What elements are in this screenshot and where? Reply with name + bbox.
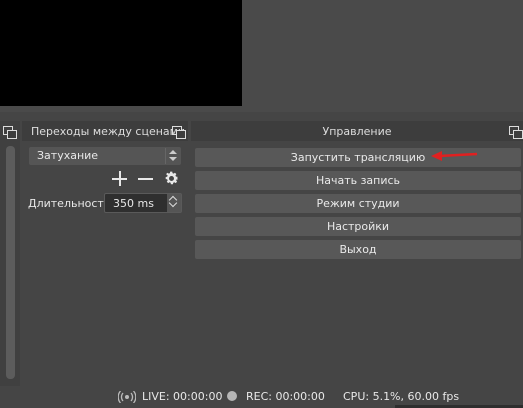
float-dock-icon[interactable] <box>172 126 186 139</box>
transition-type-value: Затухание <box>37 149 99 162</box>
select-spinner-icon <box>165 148 179 164</box>
left-scrollbar[interactable] <box>6 146 15 379</box>
preview-canvas <box>0 0 242 106</box>
duration-spinner[interactable] <box>167 194 181 212</box>
annotation-arrow <box>431 151 478 161</box>
cpu-fps-status: CPU: 5.1%, 60.00 fps <box>343 390 460 403</box>
duration-label: Длительность <box>28 197 111 210</box>
duration-input[interactable]: 350 ms <box>104 193 182 213</box>
rec-timer: REC: 00:00:00 <box>246 390 325 403</box>
obs-window: Переходы между сценами Затухание Длитель… <box>0 0 523 408</box>
transitions-header: Переходы между сценами <box>22 121 188 141</box>
remove-transition-minus-icon[interactable] <box>138 171 153 186</box>
duration-value: 350 ms <box>113 197 154 210</box>
studio-mode-button[interactable]: Режим студии <box>195 194 521 213</box>
live-timer: LIVE: 00:00:00 <box>142 390 223 403</box>
start-recording-button[interactable]: Начать запись <box>195 171 521 190</box>
transitions-title: Переходы между сценами <box>31 125 186 138</box>
gear-icon[interactable] <box>163 170 180 187</box>
transition-type-select[interactable]: Затухание <box>29 147 181 165</box>
exit-button[interactable]: Выход <box>195 240 521 259</box>
settings-button[interactable]: Настройки <box>195 217 521 236</box>
preview-area <box>0 0 523 112</box>
add-transition-plus-icon[interactable] <box>112 171 127 186</box>
rec-dot-icon <box>227 391 237 401</box>
float-dock-icon[interactable] <box>3 126 17 139</box>
live-broadcast-icon <box>118 391 136 403</box>
